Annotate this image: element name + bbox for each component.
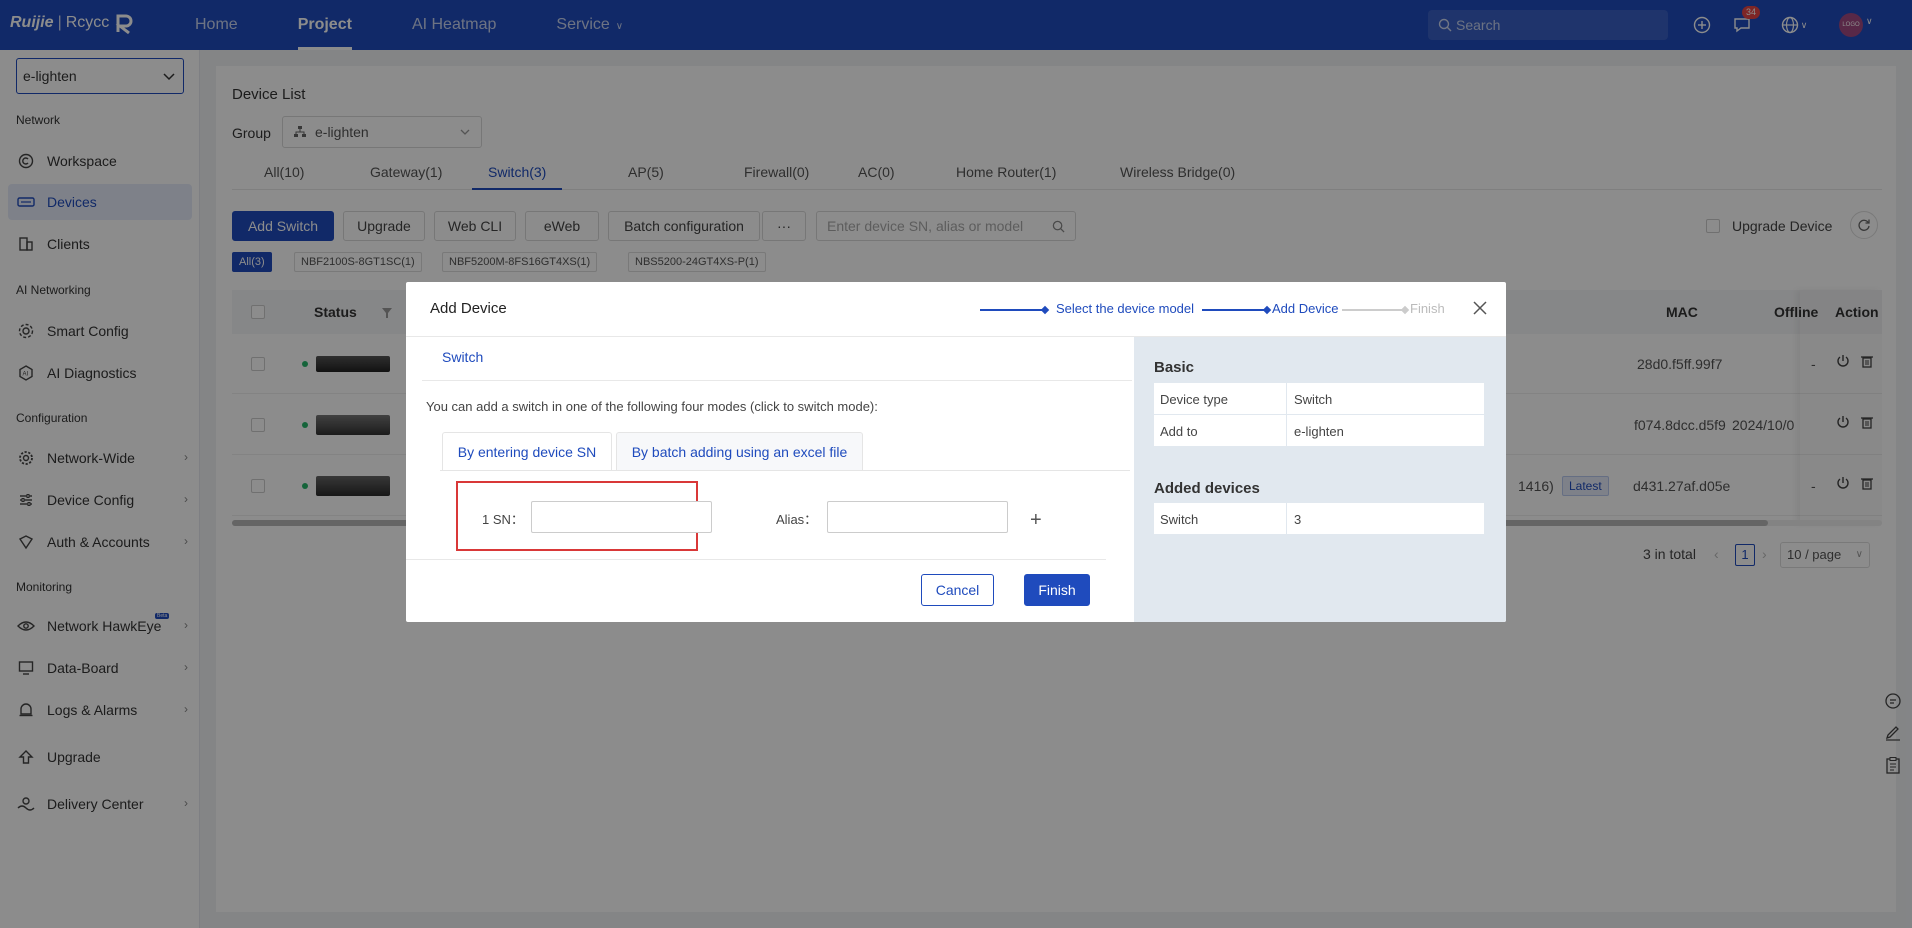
step-marker <box>1040 305 1050 315</box>
tab-batch-excel[interactable]: By batch adding using an excel file <box>616 432 863 470</box>
added-devices-title: Added devices <box>1154 480 1260 497</box>
step-marker <box>1262 305 1272 315</box>
device-type-value: Switch <box>1294 392 1333 407</box>
added-switch-row: Switch 3 <box>1154 503 1484 535</box>
dialog-title: Add Device <box>430 300 507 317</box>
step-line <box>1202 309 1264 311</box>
alias-input[interactable] <box>827 501 1008 533</box>
sn-label: 1 SN： <box>482 512 524 527</box>
step-finish: Finish <box>1410 301 1445 316</box>
add-to-value: e-lighten <box>1294 424 1344 439</box>
tab-enter-sn[interactable]: By entering device SN <box>442 432 612 470</box>
step-marker <box>1400 305 1410 315</box>
step-add-device: Add Device <box>1272 301 1339 316</box>
close-icon[interactable] <box>1470 298 1490 318</box>
added-switch-key: Switch <box>1160 512 1199 527</box>
sn-input[interactable] <box>531 501 712 533</box>
add-to-key: Add to <box>1160 424 1198 439</box>
add-device-dialog: Add Device Select the device model Add D… <box>406 282 1506 622</box>
divider <box>422 380 1132 381</box>
summary-panel: Basic Device type Switch Add to e-lighte… <box>1134 337 1506 622</box>
basic-title: Basic <box>1154 359 1195 376</box>
cancel-button[interactable]: Cancel <box>921 574 994 606</box>
device-type-row: Device type Switch <box>1154 383 1484 415</box>
mode-hint: You can add a switch in one of the follo… <box>426 399 878 414</box>
add-to-row: Add to e-lighten <box>1154 415 1484 447</box>
step-select-model: Select the device model <box>1056 301 1195 316</box>
dialog-form-panel: Switch You can add a switch in one of th… <box>406 337 1134 622</box>
tab-switch-type[interactable]: Switch <box>442 349 483 365</box>
step-line <box>980 309 1042 311</box>
mode-tabs-divider <box>440 470 1130 471</box>
added-switch-value: 3 <box>1294 512 1302 527</box>
device-type-key: Device type <box>1160 392 1228 407</box>
footer-divider <box>406 559 1106 560</box>
step-line <box>1342 309 1402 311</box>
add-row-icon[interactable]: + <box>1030 509 1042 532</box>
alias-label: Alias： <box>776 512 818 527</box>
finish-button[interactable]: Finish <box>1024 574 1090 606</box>
